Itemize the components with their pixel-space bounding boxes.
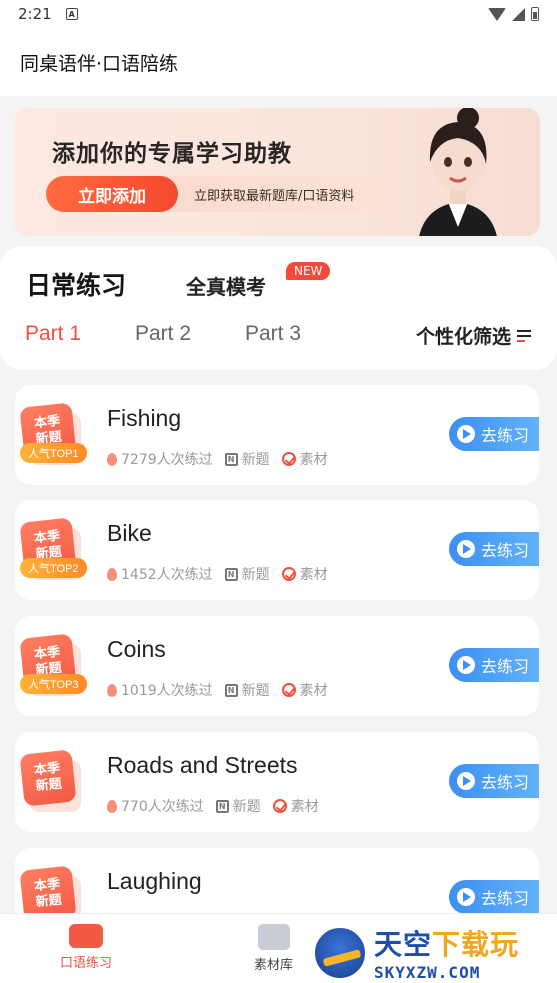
new-question-label: 新题 [232,799,261,815]
new-badge: NEW [286,262,331,280]
assistant-banner[interactable]: 添加你的专属学习助教 立即添加 立即获取最新题库/口语资料 [14,108,540,236]
topic-meta: 770人次练过 N 新题 素材 [107,796,319,816]
popularity-rank-badge: 人气TOP1 [20,443,87,463]
material-check-icon [272,799,287,813]
season-new-badge: 本季 新题 [19,749,77,807]
app-bar: 同桌语伴·口语陪练 [0,28,557,96]
go-practice-button[interactable]: 去练习 [449,764,539,798]
topic-title: Coins [107,636,166,662]
flame-icon [107,683,117,697]
material-label: 素材 [299,452,328,468]
banner-title: 添加你的专属学习助教 [52,141,292,167]
topic-title: Bike [107,520,152,546]
flame-icon [107,799,117,813]
topic-meta: 7279人次练过 N 新题 素材 [107,449,328,469]
practice-count: 770人次练过 [121,799,204,815]
nav-label: 素材库 [254,958,294,973]
speech-bubble-icon [66,924,103,950]
mode-tabs: 日常练习 全真模考 [26,266,266,304]
go-practice-button[interactable]: 去练习 [449,880,539,914]
tab-part-3[interactable]: Part 3 [245,322,355,346]
assistant-avatar-illustration [419,108,497,236]
material-check-icon [281,683,296,697]
topic-meta: 1452人次练过 N 新题 素材 [107,564,328,584]
play-icon [457,425,475,443]
status-time: 2:21 [18,5,52,23]
filter-label: 个性化筛选 [415,326,511,348]
new-question-label: 新题 [241,567,270,583]
filter-icon [517,329,531,342]
signal-icon [512,7,525,21]
practice-count: 7279人次练过 [121,452,213,468]
play-icon [457,656,475,674]
topic-card[interactable]: 本季 新题 人气TOP2 Bike 1452人次练过 N 新题 素材 去练习 [15,500,539,600]
wifi-icon [488,7,506,21]
new-question-icon: N [224,683,238,697]
new-question-label: 新题 [241,452,270,468]
material-check-icon [281,567,296,581]
material-label: 素材 [299,567,328,583]
go-practice-button[interactable]: 去练习 [449,648,539,682]
play-icon [457,888,475,906]
notification-a-icon: A [65,8,78,20]
library-icon [257,924,290,950]
topic-card[interactable]: 本季 新题 Roads and Streets 770人次练过 N 新题 素材 去练… [15,732,539,832]
tab-part-2[interactable]: Part 2 [135,322,245,346]
banner-cta-subtitle: 立即获取最新题库/口语资料 [194,188,355,204]
topic-meta: 1019人次练过 N 新题 素材 [107,680,328,700]
flame-icon [107,452,117,466]
nav-speaking-practice[interactable]: 口语练习 [60,924,112,971]
tab-mock-exam[interactable]: 全真模考 [186,271,266,300]
practice-count: 1019人次练过 [121,683,213,699]
topic-card[interactable]: 本季 新题 人气TOP3 Coins 1019人次练过 N 新题 素材 去练习 [15,616,539,716]
popularity-rank-badge: 人气TOP3 [20,674,87,694]
new-question-label: 新题 [241,683,270,699]
material-label: 素材 [290,799,319,815]
status-bar: 2:21 A [0,0,557,28]
site-watermark: 天空下载玩 SKYXZW.COM [312,922,557,983]
app-title: 同桌语伴·口语陪练 [20,52,179,75]
banner-cta-bar[interactable]: 立即添加 立即获取最新题库/口语资料 [46,176,396,212]
practice-panel: 日常练习 全真模考 NEW Part 1 Part 2 Part 3 个性化筛选 [0,246,557,370]
topic-title: Fishing [107,405,182,431]
topic-card[interactable]: 本季 新题 人气TOP1 Fishing 7279人次练过 N 新题 素材 去练习 [15,385,539,485]
nav-material-library[interactable]: 素材库 [254,924,293,973]
material-label: 素材 [299,683,328,699]
popularity-rank-badge: 人气TOP2 [20,558,87,578]
part-tabs: Part 1 Part 2 Part 3 [25,322,355,346]
personalized-filter-button[interactable]: 个性化筛选 [416,322,531,349]
topic-title: Roads and Streets [107,752,298,778]
nav-label: 口语练习 [60,956,113,971]
go-practice-button[interactable]: 去练习 [449,532,539,566]
watermark-logo-icon [312,924,368,981]
material-check-icon [281,452,296,466]
new-question-icon: N [224,452,238,466]
new-question-icon: N [224,567,238,581]
add-now-button[interactable]: 立即添加 [46,176,178,212]
new-question-icon: N [215,799,229,813]
go-practice-button[interactable]: 去练习 [449,417,539,451]
battery-icon [531,7,539,21]
status-icons [488,7,539,21]
tab-daily-practice[interactable]: 日常练习 [26,266,127,304]
flame-icon [107,567,117,581]
play-icon [457,772,475,790]
play-icon [457,540,475,558]
topic-title: Laughing [107,868,202,894]
tab-part-1[interactable]: Part 1 [25,322,135,346]
practice-count: 1452人次练过 [121,567,213,583]
